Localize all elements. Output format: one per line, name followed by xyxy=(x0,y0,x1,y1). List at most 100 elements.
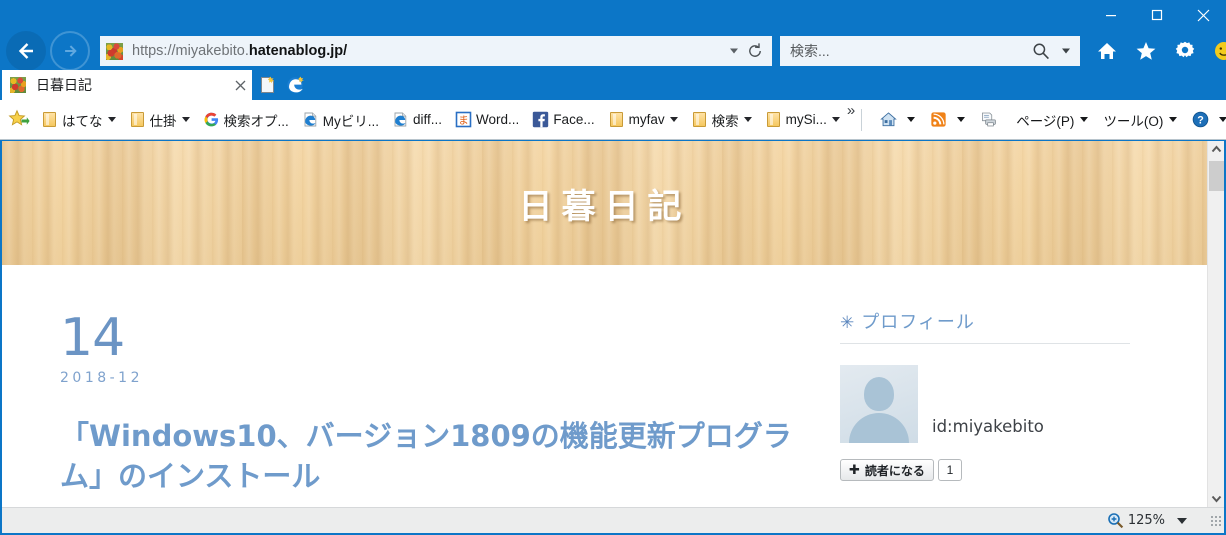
back-button[interactable] xyxy=(6,31,46,71)
avatar-body-shape xyxy=(849,413,909,443)
favorite-item[interactable]: diff... xyxy=(389,107,445,133)
home-icon[interactable] xyxy=(1094,38,1120,64)
resize-grip[interactable] xyxy=(1209,514,1222,527)
favorite-dropdown-icon[interactable] xyxy=(743,117,752,122)
favorite-dropdown-icon[interactable] xyxy=(107,117,116,122)
maximize-button[interactable] xyxy=(1134,0,1180,30)
avatar-head-shape xyxy=(864,377,894,411)
google-icon xyxy=(203,111,220,128)
avatar[interactable] xyxy=(840,365,918,443)
internet-explorer-icon xyxy=(302,111,319,128)
weblio-dictionary-icon: ま xyxy=(455,111,472,128)
refresh-icon[interactable] xyxy=(746,42,764,60)
command-feeds-button[interactable] xyxy=(927,106,968,134)
favorite-item-label: 検索オプ... xyxy=(223,113,289,129)
main-column: 14 2018-12 「Windows10、バージョン1809の機能更新プログラ… xyxy=(2,265,822,496)
favorite-item[interactable]: Face... xyxy=(529,107,597,133)
zoom-dropdown-icon[interactable] xyxy=(1177,517,1187,524)
close-button[interactable] xyxy=(1180,0,1226,30)
command-help-menu[interactable]: ? xyxy=(1189,106,1226,134)
scroll-down-icon[interactable] xyxy=(1208,490,1224,507)
favorite-item[interactable]: はてな xyxy=(38,107,119,133)
favorite-item[interactable]: Myビリ... xyxy=(299,107,382,133)
search-dropdown-icon[interactable] xyxy=(1062,48,1070,54)
tools-menu-label: ツール(O) xyxy=(1103,113,1164,129)
search-box[interactable]: 検索... xyxy=(780,36,1080,66)
tools-menu-dropdown-icon[interactable] xyxy=(1169,117,1178,122)
folder-icon xyxy=(765,111,782,128)
search-icon[interactable] xyxy=(1032,42,1050,60)
subscribe-button[interactable]: ✚ 読者になる xyxy=(840,459,934,481)
help-question-icon: ? xyxy=(1192,111,1209,128)
facebook-icon xyxy=(532,111,549,128)
help-dropdown-icon[interactable] xyxy=(1219,117,1226,122)
scrollbar-thumb[interactable] xyxy=(1209,161,1224,191)
entry-date-year-month: 2018-12 xyxy=(60,370,143,386)
favorites-star-icon[interactable] xyxy=(1133,38,1159,64)
page-menu-dropdown-icon[interactable] xyxy=(1080,117,1089,122)
forward-arrow-icon xyxy=(65,45,77,57)
forward-button[interactable] xyxy=(50,31,90,71)
favorite-dropdown-icon[interactable] xyxy=(669,117,678,122)
command-home-button[interactable] xyxy=(877,106,918,134)
site-favicon-icon xyxy=(106,42,123,60)
navigation-bar: https://miyakebito.hatenablog.jp/ 検索... xyxy=(0,28,1226,74)
feedback-smiley-icon[interactable] xyxy=(1211,38,1226,64)
favorite-item-label: mySi... xyxy=(785,112,827,127)
open-in-edge-button[interactable] xyxy=(282,71,309,99)
tab-close-icon[interactable] xyxy=(228,70,252,100)
entry-title-link[interactable]: 「Windows10、バージョン1809の機能更新プログラム」のインストール xyxy=(60,416,800,496)
command-page-menu[interactable]: ページ(P) xyxy=(1013,106,1091,134)
favorite-dropdown-icon[interactable] xyxy=(831,117,840,122)
favorite-item-label: diff... xyxy=(413,112,443,127)
favorites-bar: はてな 仕掛 検索オプ... Myビリ... diff... ま Word... Face..… xyxy=(0,100,1226,140)
new-tab-button[interactable] xyxy=(254,71,281,99)
favorite-item[interactable]: mySi... xyxy=(762,107,843,133)
web-page-content: 日暮日記 14 2018-12 「Windows10、バージョン1809の機能更… xyxy=(2,141,1207,507)
favorite-item[interactable]: 検索オプ... xyxy=(200,107,292,133)
favorite-item[interactable]: 仕掛 xyxy=(126,107,193,133)
add-favorite-icon[interactable] xyxy=(7,108,31,132)
favorite-item-label: Face... xyxy=(553,112,595,127)
command-print-button[interactable] xyxy=(977,106,1004,134)
tab-title: 日暮日記 xyxy=(36,77,92,93)
scroll-up-icon[interactable] xyxy=(1208,141,1224,158)
favorite-item-label: 検索 xyxy=(711,113,739,129)
address-prefix: https://miyakebito. xyxy=(132,43,249,59)
sidebar-column: ✳ プロフィール id:miyakebito ✚ 読者になる 1 xyxy=(822,265,1152,496)
blog-banner: 日暮日記 xyxy=(2,141,1207,265)
search-placeholder: 検索... xyxy=(790,43,830,59)
favorite-item[interactable]: myfav xyxy=(605,107,681,133)
favorite-dropdown-icon[interactable] xyxy=(181,117,190,122)
print-icon xyxy=(980,111,997,128)
favorite-item[interactable]: 検索 xyxy=(688,107,755,133)
rss-feed-icon xyxy=(930,111,947,128)
address-bar[interactable]: https://miyakebito.hatenablog.jp/ xyxy=(100,36,772,66)
feeds-dropdown-icon[interactable] xyxy=(957,117,966,122)
svg-text:?: ? xyxy=(1198,115,1205,127)
address-dropdown-icon[interactable] xyxy=(730,48,738,54)
folder-icon xyxy=(129,111,146,128)
asterisk-icon: ✳ xyxy=(840,313,856,332)
profile-section-heading: ✳ プロフィール xyxy=(840,308,1130,344)
address-text: https://miyakebito.hatenablog.jp/ xyxy=(132,43,347,59)
profile-heading-label: プロフィール xyxy=(861,312,975,332)
zoom-control[interactable]: 125% xyxy=(1107,512,1187,529)
tab-item[interactable]: 日暮日記 xyxy=(2,70,252,100)
home-dropdown-icon[interactable] xyxy=(907,117,916,122)
page-body: 14 2018-12 「Windows10、バージョン1809の機能更新プログラ… xyxy=(2,265,1207,496)
minimize-button[interactable] xyxy=(1088,0,1134,30)
zoom-in-icon xyxy=(1107,512,1124,529)
status-bar: 125% xyxy=(2,507,1224,533)
favorites-overflow-icon[interactable]: » xyxy=(847,102,855,119)
new-tab-icon xyxy=(260,76,274,93)
nav-icon-group xyxy=(1094,38,1226,64)
favorite-item[interactable]: ま Word... xyxy=(452,107,522,133)
settings-gear-icon[interactable] xyxy=(1172,38,1198,64)
page-vertical-scrollbar[interactable] xyxy=(1207,141,1224,507)
subscribe-label: 読者になる xyxy=(864,463,925,478)
address-domain: hatenablog.jp/ xyxy=(248,43,348,59)
command-tools-menu[interactable]: ツール(O) xyxy=(1100,106,1180,134)
blog-title: 日暮日記 xyxy=(518,186,691,227)
profile-user-id[interactable]: id:miyakebito xyxy=(932,417,1044,436)
